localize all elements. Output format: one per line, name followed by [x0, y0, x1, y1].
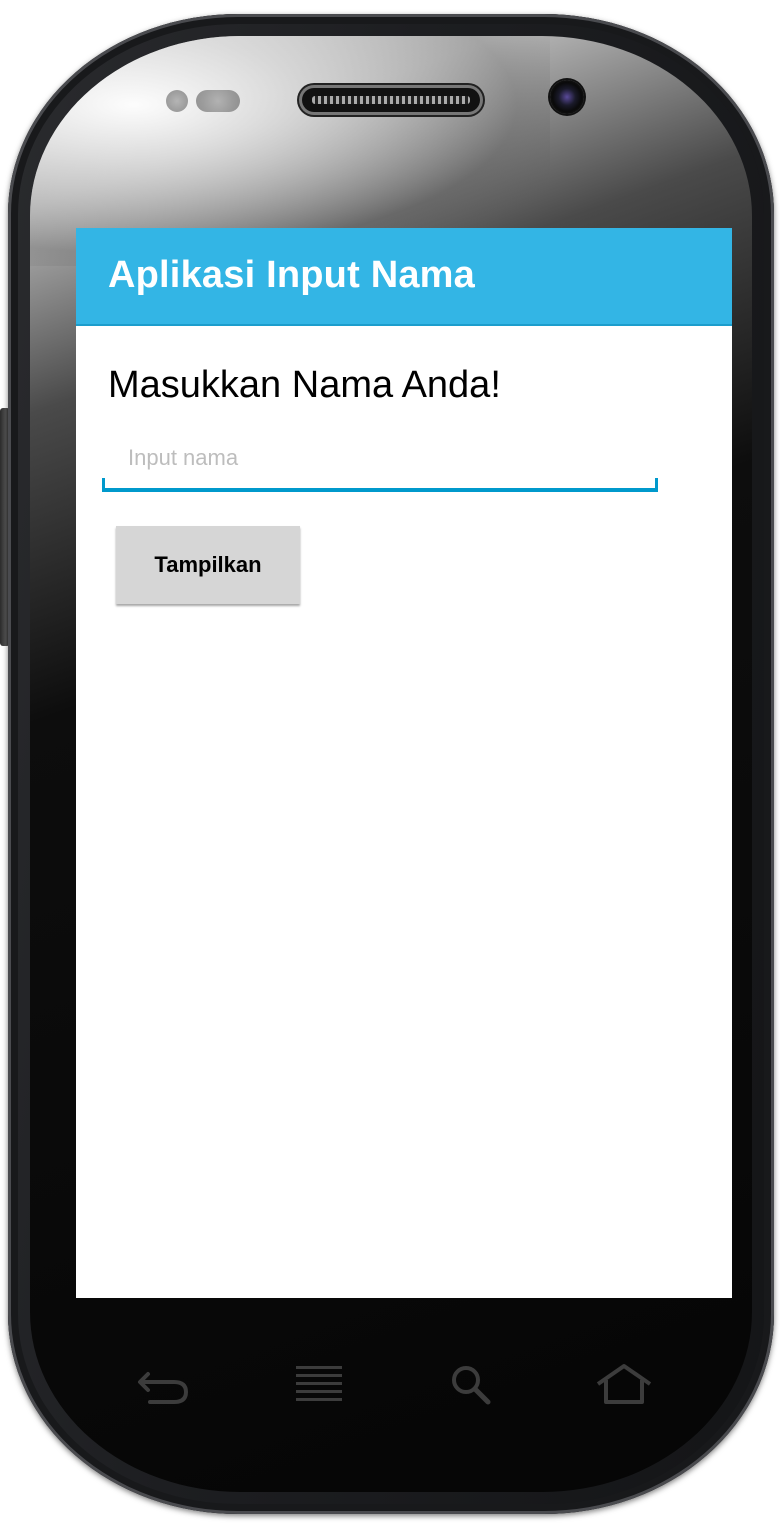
app-title: Aplikasi Input Nama	[108, 254, 475, 296]
light-sensor-icon	[196, 90, 240, 112]
input-underline	[102, 488, 658, 492]
app-screen: Aplikasi Input Nama Masukkan Nama Anda! …	[76, 228, 732, 1298]
show-button[interactable]: Tampilkan	[116, 526, 300, 604]
home-icon[interactable]	[594, 1360, 654, 1410]
name-prompt-label: Masukkan Nama Anda!	[108, 364, 501, 406]
device-frame-canvas: Aplikasi Input Nama Masukkan Nama Anda! …	[0, 0, 780, 1524]
name-input[interactable]	[102, 428, 656, 488]
speaker-grill	[312, 96, 470, 104]
back-icon[interactable]	[134, 1360, 194, 1410]
front-camera-icon	[550, 80, 584, 114]
action-bar: Aplikasi Input Nama	[76, 228, 732, 326]
menu-icon[interactable]	[290, 1360, 350, 1410]
proximity-sensor-icon	[166, 90, 188, 112]
search-icon[interactable]	[444, 1360, 504, 1410]
hardware-nav-bar	[76, 1340, 732, 1430]
earpiece-speaker-icon	[302, 88, 480, 112]
